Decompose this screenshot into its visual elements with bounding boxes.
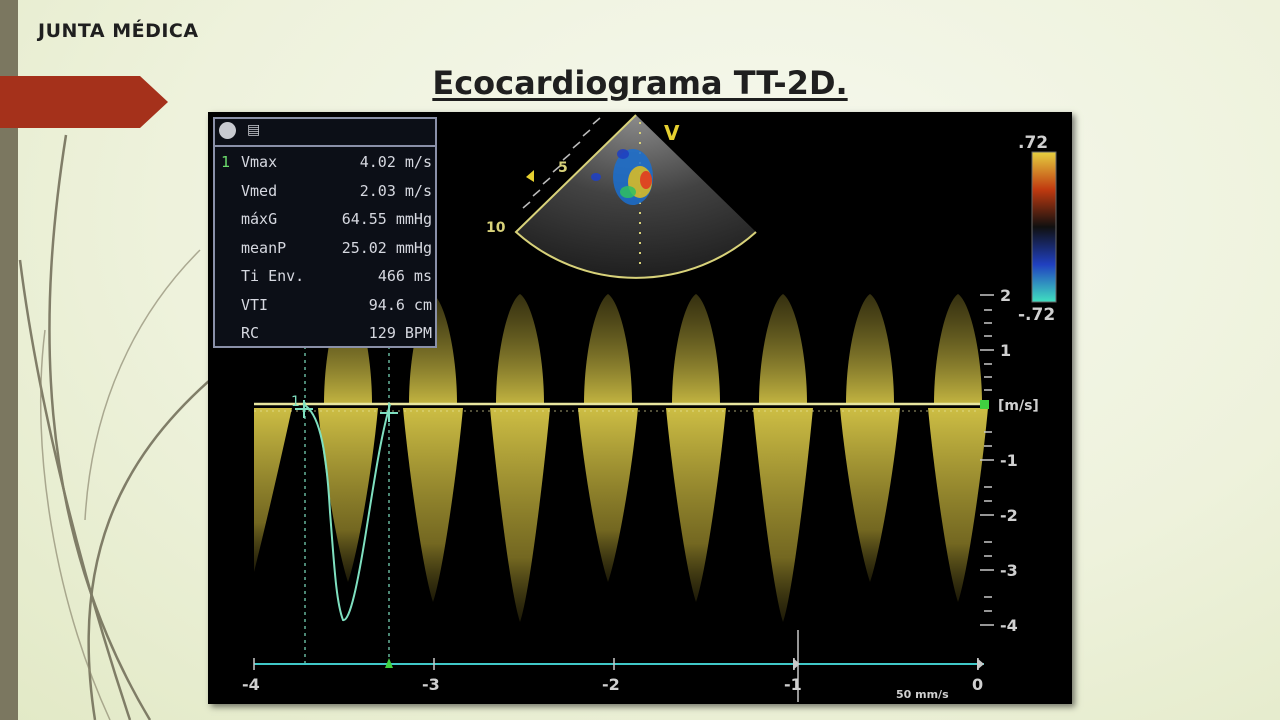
doppler-reverse-lobe [254, 408, 292, 572]
measurement-row: RC 129 BPM [215, 318, 435, 347]
record-button-icon[interactable] [219, 122, 236, 139]
color-scale-bar [1031, 151, 1057, 303]
measurement-label: meanP [241, 238, 287, 257]
measurement-value: 64.55 mmHg [341, 210, 432, 228]
slide-title: Ecocardiograma TT-2D. [0, 64, 1280, 102]
measurement-value: 94.6 cm [368, 295, 432, 314]
velocity-axis [980, 294, 994, 626]
measurement-index: 1 [221, 153, 231, 171]
doppler-forward-lobe [846, 294, 894, 404]
depth-5-label: 5 [558, 160, 568, 176]
doppler-forward-lobe [934, 294, 982, 404]
depth-10-label: 10 [486, 220, 506, 236]
measurement-value: 129 BPM [368, 324, 432, 342]
focus-marker [526, 170, 534, 182]
measurement-row: 1 Vmax 4.02 m/s [215, 147, 435, 176]
doppler-forward-lobe [584, 294, 632, 404]
doppler-reverse-lobe [490, 408, 550, 622]
velocity-tick-1: 1 [1000, 341, 1011, 360]
header-label: JUNTA MÉDICA [38, 20, 199, 42]
measurement-label: RC [241, 324, 260, 342]
doppler-reverse-lobe [403, 408, 463, 602]
measurement-value: 466 ms [377, 267, 432, 285]
time-tick-neg3: -3 [422, 675, 440, 694]
time-tick-neg4: -4 [242, 675, 260, 694]
measurement-row: Vmed 2.03 m/s [215, 176, 435, 205]
measurement-row: máxG 64.55 mmHg [215, 204, 435, 233]
measurement-row: Ti Env. 466 ms [215, 261, 435, 290]
color-scale-bottom: -.72 [1018, 305, 1055, 325]
doppler-reverse-lobe [578, 408, 638, 582]
measurement-panel-toolbar: ▤ [215, 119, 435, 147]
doppler-reverse-lobe [318, 408, 378, 582]
time-tick-neg2: -2 [602, 675, 620, 694]
measurement-value: 25.02 mmHg [341, 238, 432, 257]
measurement-row: VTI 94.6 cm [215, 290, 435, 319]
sector-v-label: V [664, 121, 680, 145]
velocity-tick-neg4: -4 [1000, 616, 1018, 635]
velocity-tick-2: 2 [1000, 286, 1011, 305]
echo-sector: V 5 10 [486, 114, 757, 279]
baseline-marker [980, 400, 989, 409]
doppler-reverse-lobe [666, 408, 726, 602]
doppler-forward-lobe [672, 294, 720, 404]
time-tick-0: 0 [972, 675, 983, 694]
measurement-value: 2.03 m/s [359, 181, 432, 200]
velocity-tick-neg1: -1 [1000, 451, 1018, 470]
doppler-reverse-lobe [753, 408, 813, 622]
measurement-label: máxG [241, 210, 278, 228]
time-tick-neg1: -1 [784, 675, 802, 694]
measurement-label: VTI [241, 295, 269, 314]
velocity-tick-neg3: -3 [1000, 561, 1018, 580]
slide-title-text: Ecocardiograma TT-2D. [432, 64, 848, 102]
sweep-speed-label: 50 mm/s [896, 688, 949, 701]
doppler-reverse-lobe [928, 408, 988, 602]
measurement-label: Ti Env. [241, 267, 305, 285]
color-scale-top: .72 [1018, 133, 1048, 153]
velocity-unit-label: [m/s] [998, 398, 1039, 414]
measurement-label: Vmax [241, 153, 278, 171]
measurement-value: 4.02 m/s [359, 153, 432, 171]
measurement-label: Vmed [241, 181, 278, 200]
echocardiogram-image: V 5 10 .72 -.72 1 2 1 [m/s] -1 -2 -3 -4 … [208, 112, 1072, 704]
velocity-tick-neg2: -2 [1000, 506, 1018, 525]
measurement-row: meanP 25.02 mmHg [215, 233, 435, 262]
doppler-forward-lobe [496, 294, 544, 404]
report-icon[interactable]: ▤ [247, 122, 265, 139]
doppler-forward-lobe [759, 294, 807, 404]
trace-marker-label: 1 [291, 394, 300, 410]
measurement-panel: ▤ 1 Vmax 4.02 m/s Vmed 2.03 m/s máxG 64.55 mmH… [213, 117, 437, 348]
doppler-reverse-lobe [840, 408, 900, 582]
